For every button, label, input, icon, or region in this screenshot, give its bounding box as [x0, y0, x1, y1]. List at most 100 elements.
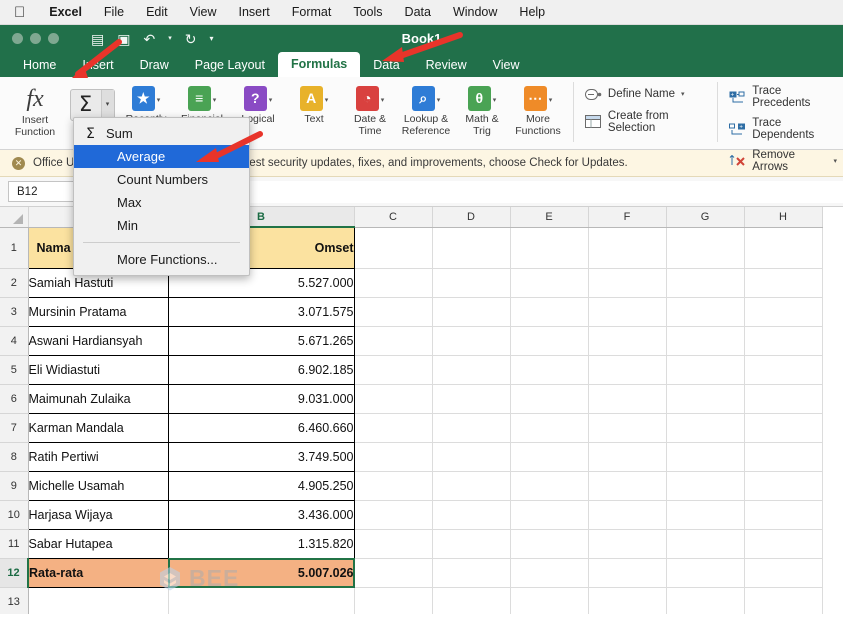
cell-b5[interactable]: 6.902.185: [167, 354, 355, 385]
cell-b11[interactable]: 1.315.820: [167, 528, 355, 559]
menu-item-more-functions[interactable]: More Functions...: [74, 248, 249, 271]
menu-item-count-numbers[interactable]: Count Numbers: [74, 168, 249, 191]
cell-g3[interactable]: [666, 297, 745, 327]
date-and-time-caret-icon[interactable]: ▾: [381, 95, 385, 107]
mac-menu-item-window[interactable]: Window: [453, 5, 497, 19]
math-caret-icon[interactable]: ▾: [493, 95, 497, 107]
cell-b9[interactable]: 4.905.250: [167, 470, 355, 501]
minimize-window-button[interactable]: [30, 33, 41, 44]
mac-menu-item-data[interactable]: Data: [405, 5, 431, 19]
cell-f6[interactable]: [588, 384, 667, 414]
cell-f8[interactable]: [588, 442, 667, 472]
cell-e7[interactable]: [510, 413, 589, 443]
menu-item-sum[interactable]: Σ Sum: [74, 122, 249, 145]
select-all-corner[interactable]: [0, 207, 29, 228]
menu-item-average[interactable]: Average: [74, 145, 249, 168]
cell-h6[interactable]: [744, 384, 823, 414]
cell-f10[interactable]: [588, 500, 667, 530]
apple-icon[interactable]: : [14, 5, 25, 20]
column-header-d[interactable]: D: [432, 207, 511, 228]
cell-g7[interactable]: [666, 413, 745, 443]
cell-f7[interactable]: [588, 413, 667, 443]
row-header-8[interactable]: 8: [0, 442, 29, 472]
cell-b6[interactable]: 9.031.000: [167, 383, 355, 414]
cell-f1[interactable]: [588, 227, 667, 269]
financial-caret-icon[interactable]: ▾: [213, 95, 217, 107]
row-header-11[interactable]: 11: [0, 529, 29, 559]
cell-h4[interactable]: [744, 326, 823, 356]
cell-d13[interactable]: [432, 587, 511, 614]
remove-arrows-button[interactable]: Remove Arrows ▾: [729, 149, 837, 173]
cell-g10[interactable]: [666, 500, 745, 530]
autosum-caret-icon[interactable]: ▾: [100, 90, 114, 120]
lookup-and-reference-button[interactable]: ⌕ ▾ Lookup & Reference: [398, 81, 454, 137]
cell-g8[interactable]: [666, 442, 745, 472]
cell-d1[interactable]: [432, 227, 511, 269]
tab-formulas[interactable]: Formulas: [277, 52, 361, 77]
cell-c13[interactable]: [354, 587, 433, 614]
remove-arrows-caret-icon[interactable]: ▾: [833, 157, 837, 165]
cell-c6[interactable]: [354, 384, 433, 414]
cell-h5[interactable]: [744, 355, 823, 385]
column-header-c[interactable]: C: [354, 207, 433, 228]
cell-e12[interactable]: [510, 558, 589, 588]
insert-function-button[interactable]: fx Insert Function: [4, 81, 66, 138]
tab-home[interactable]: Home: [10, 55, 69, 77]
cell-f2[interactable]: [588, 268, 667, 298]
cell-g9[interactable]: [666, 471, 745, 501]
undo-icon[interactable]: ↶: [143, 32, 155, 46]
mac-menu-item-format[interactable]: Format: [292, 5, 332, 19]
cell-c3[interactable]: [354, 297, 433, 327]
cell-d11[interactable]: [432, 529, 511, 559]
cell-a12[interactable]: Rata-rata: [27, 557, 169, 588]
cell-f9[interactable]: [588, 471, 667, 501]
cell-h3[interactable]: [744, 297, 823, 327]
tab-page-layout[interactable]: Page Layout: [182, 55, 278, 77]
cell-c8[interactable]: [354, 442, 433, 472]
cell-h8[interactable]: [744, 442, 823, 472]
cell-a4[interactable]: Aswani Hardiansyah: [27, 325, 169, 356]
row-header-3[interactable]: 3: [0, 297, 29, 327]
more-functions-caret-icon[interactable]: ▾: [549, 95, 553, 107]
cell-c12[interactable]: [354, 558, 433, 588]
column-header-h[interactable]: H: [744, 207, 823, 228]
cell-f5[interactable]: [588, 355, 667, 385]
mac-menu-item-excel[interactable]: Excel: [49, 5, 82, 19]
cell-e5[interactable]: [510, 355, 589, 385]
cell-g4[interactable]: [666, 326, 745, 356]
cell-b8[interactable]: 3.749.500: [167, 441, 355, 472]
cell-c9[interactable]: [354, 471, 433, 501]
row-header-10[interactable]: 10: [0, 500, 29, 530]
cell-e11[interactable]: [510, 529, 589, 559]
redo-icon[interactable]: ↻: [185, 32, 197, 46]
cell-e9[interactable]: [510, 471, 589, 501]
cell-a6[interactable]: Maimunah Zulaika: [27, 383, 169, 414]
mac-menu-item-help[interactable]: Help: [519, 5, 545, 19]
cell-a5[interactable]: Eli Widiastuti: [27, 354, 169, 385]
cell-d3[interactable]: [432, 297, 511, 327]
define-name-button[interactable]: Define Name ▾: [584, 87, 708, 101]
cell-g6[interactable]: [666, 384, 745, 414]
cell-a9[interactable]: Michelle Usamah: [27, 470, 169, 501]
cell-e1[interactable]: [510, 227, 589, 269]
cell-d9[interactable]: [432, 471, 511, 501]
cell-a13[interactable]: [28, 587, 169, 614]
undo-caret-icon[interactable]: ▾: [168, 35, 172, 42]
cell-c5[interactable]: [354, 355, 433, 385]
row-header-7[interactable]: 7: [0, 413, 29, 443]
cell-a3[interactable]: Mursinin Pratama: [27, 296, 169, 327]
lookup-caret-icon[interactable]: ▾: [437, 95, 441, 107]
more-functions-button[interactable]: ⋯ ▾ More Functions: [510, 81, 566, 137]
column-header-f[interactable]: F: [588, 207, 667, 228]
row-header-6[interactable]: 6: [0, 384, 29, 414]
cell-h12[interactable]: [744, 558, 823, 588]
cell-g5[interactable]: [666, 355, 745, 385]
mac-menu-item-insert[interactable]: Insert: [239, 5, 270, 19]
cell-a8[interactable]: Ratih Pertiwi: [27, 441, 169, 472]
cell-g11[interactable]: [666, 529, 745, 559]
cell-e3[interactable]: [510, 297, 589, 327]
cell-f13[interactable]: [588, 587, 667, 614]
mac-menu-item-edit[interactable]: Edit: [146, 5, 168, 19]
cell-h7[interactable]: [744, 413, 823, 443]
close-window-button[interactable]: [12, 33, 23, 44]
